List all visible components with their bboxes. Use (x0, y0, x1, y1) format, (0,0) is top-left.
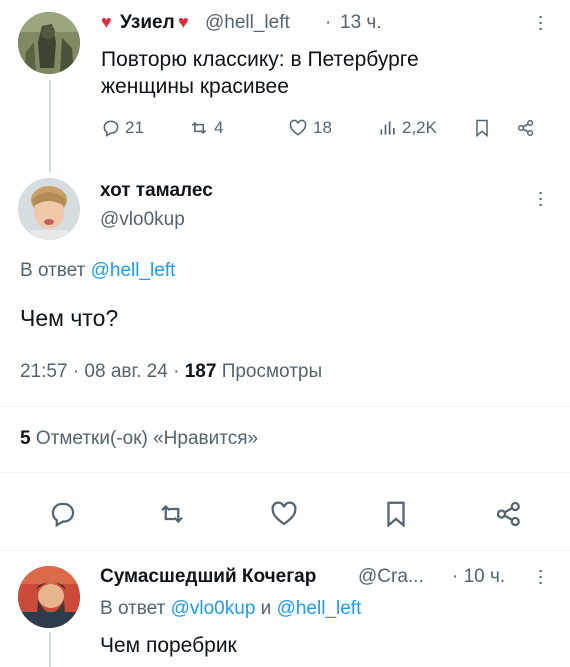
tweet2-reply-button[interactable] (48, 499, 78, 529)
tweet1-handle[interactable]: @hell_left (205, 12, 290, 34)
avatar-kochegar-image (18, 566, 80, 628)
tweet2-meta: 21:57 · 08 авг. 24 · 187 Просмотры (20, 361, 322, 383)
tweet1-like-button[interactable]: 18 (287, 118, 332, 138)
tweet1-reply-button[interactable]: 21 (101, 118, 144, 138)
views-icon (380, 121, 395, 135)
avatar-uziel-image (18, 12, 80, 74)
tweet1-views-count: 2,2K (402, 118, 437, 137)
tweet2-reply-prefix: В ответ (20, 260, 86, 281)
tweet2-author[interactable]: хот тамалес (100, 180, 213, 202)
tweet2-likes-count: 5 (20, 428, 31, 449)
tweet2-more-icon[interactable]: ⋯ (530, 190, 552, 208)
tweet1-text: Повторю классику: в Петербурге женщины к… (101, 48, 419, 98)
retweet-icon (161, 504, 183, 524)
tweet2-retweet-button[interactable] (156, 499, 188, 529)
thread-line-bottom (49, 632, 51, 667)
tweet3-reply-and: и (260, 598, 272, 619)
thread-line-top (49, 80, 51, 172)
tweet2-views-label: Просмотры (221, 361, 323, 382)
tweet3-text: Чем поребрик (100, 634, 237, 657)
tweet3-author[interactable]: Сумасшедший Кочегар (100, 566, 316, 588)
avatar-vlo0kup-image (18, 178, 80, 240)
tweet1-share-button[interactable] (515, 118, 537, 138)
reply-icon (103, 120, 119, 137)
share-icon (517, 119, 534, 137)
tweet3-reply-prefix: В ответ (100, 598, 166, 619)
heart-emoji-left: ♥ (101, 12, 112, 32)
tweet1-like-count: 18 (313, 118, 332, 137)
tweet1-time-sep: · (325, 12, 332, 33)
tweet1-bookmark-button[interactable] (473, 118, 491, 138)
avatar-kochegar[interactable] (18, 566, 80, 628)
divider-actions (0, 550, 570, 551)
tweet1-retweet-button[interactable]: 4 (188, 118, 223, 138)
tweet3-reply-context: В ответ @vlo0kup и @hell_left (100, 598, 361, 620)
tweet1-time[interactable]: 13 ч. (340, 12, 382, 34)
retweet-icon (191, 121, 207, 135)
like-icon (271, 501, 297, 526)
tweet1-reply-count: 21 (125, 118, 144, 137)
tweet1-more-icon[interactable]: ⋯ (530, 14, 552, 32)
tweet3-reply-to-2[interactable]: @hell_left (277, 598, 362, 619)
avatar-uziel[interactable] (18, 12, 80, 74)
tweet1-views-button[interactable]: 2,2K (378, 118, 437, 138)
tweet2-reply-to-link[interactable]: @hell_left (91, 260, 176, 281)
tweet1-author[interactable]: Узиел (120, 12, 175, 34)
tweet2-likes-summary[interactable]: 5 Отметки(-ок) «Нравится» (20, 428, 258, 450)
tweet2-timestamp[interactable]: 21:57 · 08 авг. 24 · (20, 361, 179, 382)
tweet2-reply-context: В ответ @hell_left (20, 260, 175, 282)
tweet2-likes-label: Отметки(-ок) «Нравится» (35, 428, 259, 449)
tweet2-text: Чем что? (20, 305, 119, 331)
divider-meta (0, 406, 570, 407)
tweet3-reply-to-1[interactable]: @vlo0kup (171, 598, 256, 619)
divider-likes (0, 472, 570, 473)
heart-emoji-right: ♥ (178, 12, 189, 32)
tweet3-handle[interactable]: @Cra... (358, 566, 424, 588)
tweet3-more-icon[interactable]: ⋯ (530, 568, 552, 586)
reply-icon (51, 502, 75, 528)
tweet2-handle[interactable]: @vlo0kup (100, 209, 185, 231)
tweet2-like-button[interactable] (268, 499, 300, 529)
tweet2-bookmark-button[interactable] (382, 499, 410, 529)
tweet2-share-button[interactable] (493, 499, 525, 529)
tweet1-retweet-count: 4 (214, 118, 224, 137)
bookmark-icon (387, 501, 405, 528)
avatar-vlo0kup[interactable] (18, 178, 80, 240)
tweet2-views-count: 187 (184, 361, 217, 382)
share-icon (496, 501, 520, 527)
bookmark-icon (476, 119, 488, 138)
tweet3-time[interactable]: · 10 ч. (452, 566, 505, 588)
like-icon (289, 119, 307, 136)
